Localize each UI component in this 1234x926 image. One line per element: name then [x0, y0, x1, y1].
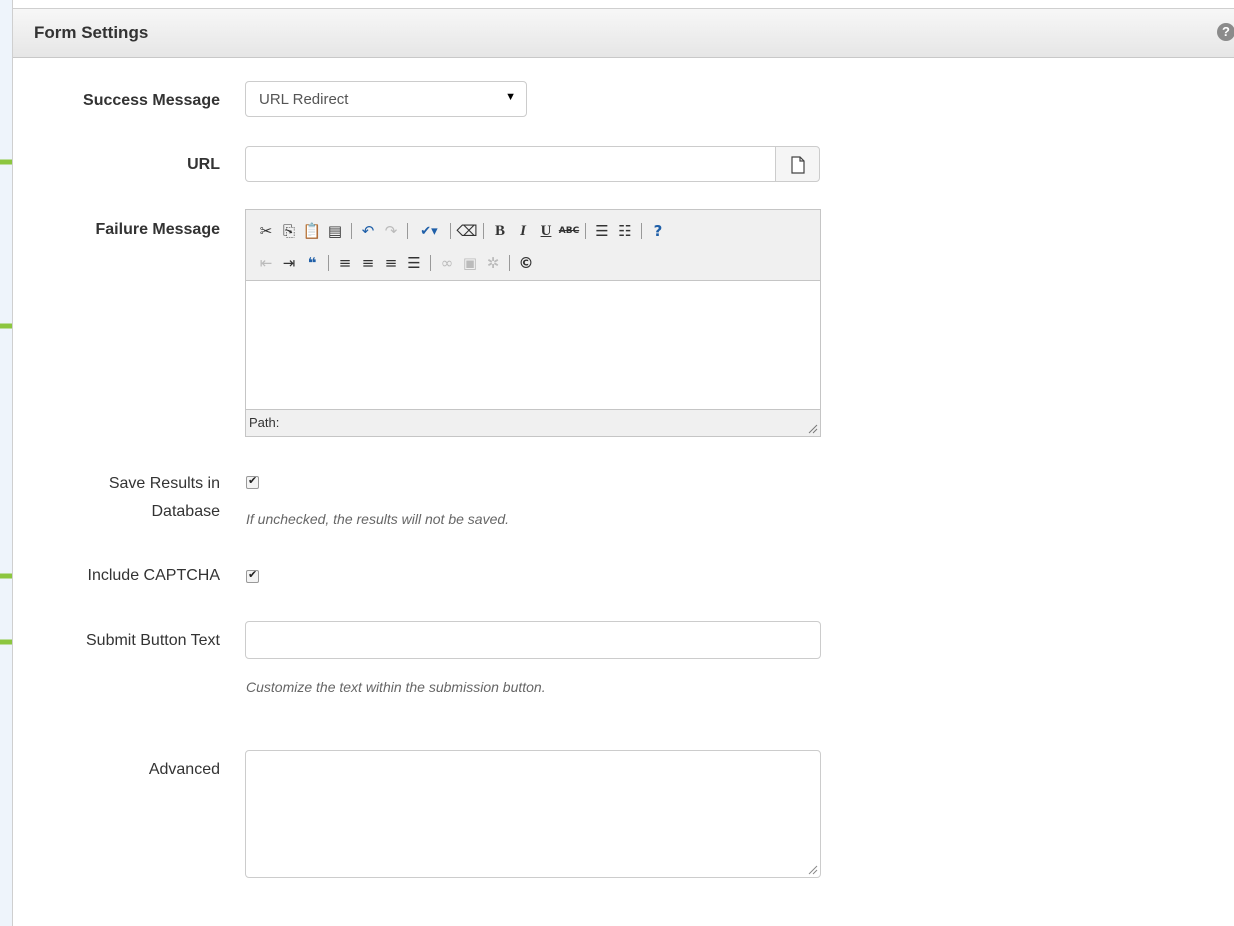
advanced-label: Advanced: [148, 761, 220, 778]
paste-icon[interactable]: 📋: [302, 221, 322, 241]
toolbar-separator: [509, 255, 510, 271]
align-center-icon[interactable]: ≡: [358, 253, 378, 273]
align-left-icon[interactable]: ≡: [335, 253, 355, 273]
unlink-icon[interactable]: ✲: [483, 253, 503, 273]
toolbar-separator: [585, 223, 586, 239]
toolbar-separator: [483, 223, 484, 239]
failure-message-editor: ✂ ⎘ 📋 ▤ ↶ ↷ ✔▾ ⌫ B I U ABC ☰ ☷ ? ⇤ ⇥ ❝ ≡…: [245, 209, 821, 437]
underline-icon[interactable]: U: [536, 221, 556, 241]
toolbar-separator: [641, 223, 642, 239]
resize-grip-icon[interactable]: [808, 424, 818, 434]
toolbar-separator: [407, 223, 408, 239]
submit-text-label: Submit Button Text: [86, 632, 220, 649]
save-results-help: If unchecked, the results will not be sa…: [246, 511, 510, 527]
toolbar-separator: [351, 223, 352, 239]
editor-status-bar: Path:: [246, 409, 820, 436]
eraser-icon[interactable]: ⌫: [456, 221, 477, 241]
spellcheck-icon[interactable]: ✔▾: [414, 221, 444, 241]
submit-text-input[interactable]: [245, 621, 821, 659]
indent-icon[interactable]: ⇥: [279, 253, 299, 273]
link-icon[interactable]: ∞: [437, 253, 457, 273]
undo-icon[interactable]: ↶: [358, 221, 378, 241]
editor-content-area[interactable]: [246, 281, 820, 409]
help-icon[interactable]: ?: [648, 221, 668, 241]
bullet-list-icon[interactable]: ☰: [592, 221, 612, 241]
save-results-label: Save Results in Database: [53, 471, 220, 524]
justify-icon[interactable]: ☰: [404, 253, 424, 273]
toolbar-separator: [430, 255, 431, 271]
copyright-icon[interactable]: ©: [516, 253, 536, 273]
cut-icon[interactable]: ✂: [256, 221, 276, 241]
panel-header: Form Settings ?: [13, 8, 1234, 58]
editor-toolbar: ✂ ⎘ 📋 ▤ ↶ ↷ ✔▾ ⌫ B I U ABC ☰ ☷ ? ⇤ ⇥ ❝ ≡…: [246, 210, 820, 281]
align-right-icon[interactable]: ≡: [381, 253, 401, 273]
toolbar-separator: [450, 223, 451, 239]
panel-title: Form Settings: [34, 23, 149, 42]
image-icon[interactable]: ▣: [460, 253, 480, 273]
url-label: URL: [187, 156, 220, 173]
question-circle-icon[interactable]: ?: [1217, 23, 1234, 41]
save-results-checkbox[interactable]: [246, 474, 259, 489]
editor-path-label: Path:: [249, 415, 280, 430]
resize-grip-icon[interactable]: [808, 865, 818, 875]
file-icon: [791, 156, 805, 174]
captcha-label: Include CAPTCHA: [87, 567, 221, 584]
caret-down-icon: ▼: [505, 91, 516, 103]
failure-message-label: Failure Message: [95, 221, 221, 238]
advanced-textarea[interactable]: [245, 750, 821, 878]
submit-text-help: Customize the text within the submission…: [246, 679, 546, 695]
success-message-label: Success Message: [83, 92, 220, 109]
form-settings-panel: Form Settings ? Success Message URL Redi…: [12, 0, 1234, 926]
save-results-label-line1: Save Results in: [108, 475, 220, 492]
success-message-select[interactable]: URL Redirect ▼: [245, 81, 527, 117]
url-input[interactable]: [245, 146, 776, 182]
italic-icon[interactable]: I: [513, 221, 533, 241]
toolbar-separator: [328, 255, 329, 271]
paste-text-icon[interactable]: ▤: [325, 221, 345, 241]
success-message-selected: URL Redirect: [259, 91, 349, 108]
numbered-list-icon[interactable]: ☷: [615, 221, 635, 241]
blockquote-icon[interactable]: ❝: [302, 253, 322, 273]
bold-icon[interactable]: B: [490, 221, 510, 241]
url-browse-button[interactable]: [775, 146, 820, 182]
captcha-checkbox[interactable]: [246, 568, 259, 583]
outdent-icon[interactable]: ⇤: [256, 253, 276, 273]
strikethrough-icon[interactable]: ABC: [559, 221, 579, 241]
copy-icon[interactable]: ⎘: [279, 221, 299, 241]
redo-icon[interactable]: ↷: [381, 221, 401, 241]
save-results-label-line2: Database: [151, 503, 221, 520]
